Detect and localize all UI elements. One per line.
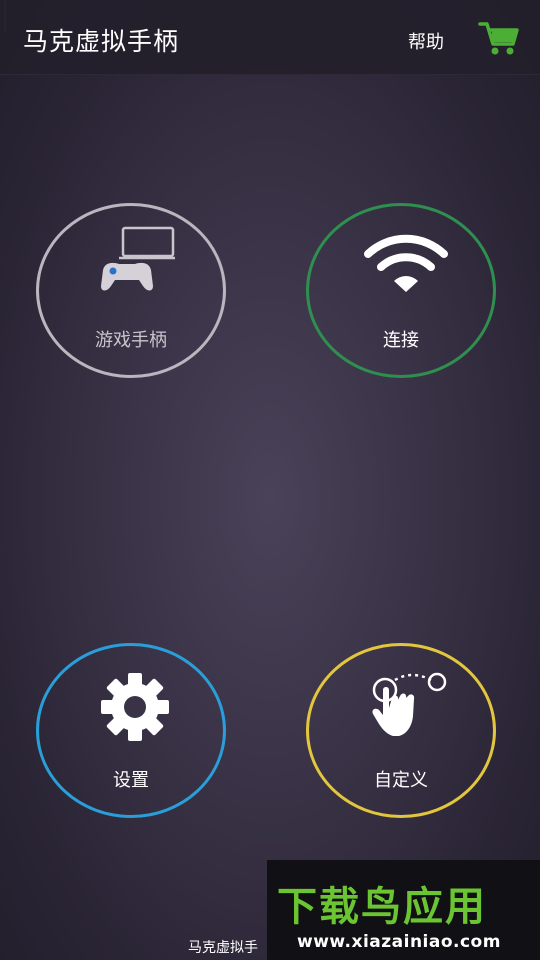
connect-label: 连接 [383,330,419,351]
custom-label: 自定义 [374,770,428,791]
help-button[interactable]: 帮助 [408,28,444,54]
gear-icon [101,673,169,741]
custom-button[interactable]: 自定义 [306,643,496,818]
watermark-banner: 下载鸟应用 www.xiazainiao.com [267,860,540,960]
gamepad-label: 游戏手柄 [95,330,167,351]
connect-button[interactable]: 连接 [306,203,496,378]
shopping-cart-icon[interactable] [478,20,520,58]
touch-gesture-icon [372,672,447,736]
watermark-logo: 下载鸟应用 [277,884,487,930]
settings-button[interactable]: 设置 [36,643,226,818]
wifi-icon [364,234,448,292]
gamepad-laptop-icon [101,226,175,291]
footer-title: 马克虚拟手 [188,940,258,956]
app-bar: 马克虚拟手柄 帮助 [0,0,540,75]
settings-label: 设置 [113,770,149,791]
gamepad-button[interactable]: 游戏手柄 [36,203,226,378]
watermark-url: www.xiazainiao.com [297,932,501,952]
app-title: 马克虚拟手柄 [23,27,180,56]
